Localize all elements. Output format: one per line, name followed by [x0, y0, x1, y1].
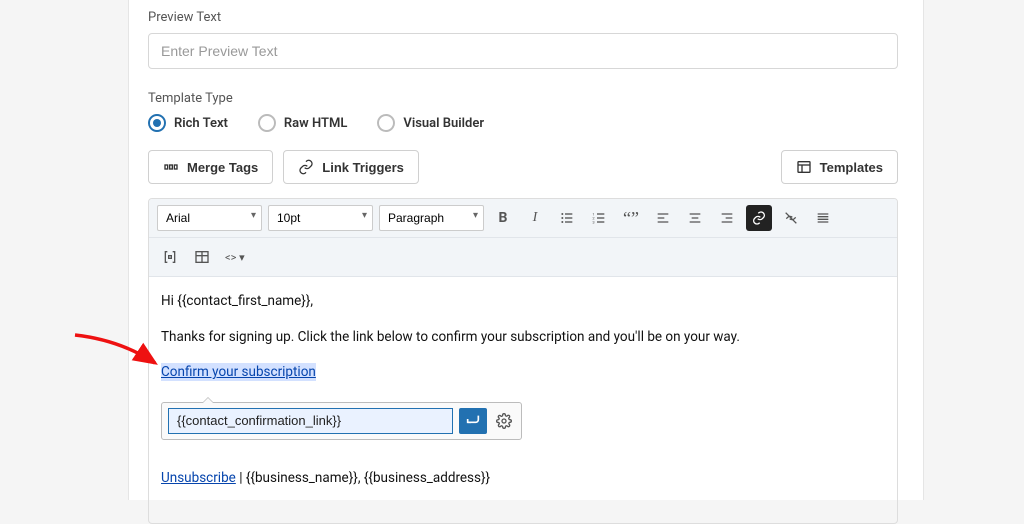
- button-label: Templates: [820, 160, 883, 175]
- italic-button[interactable]: I: [522, 205, 548, 231]
- radio-label: Visual Builder: [403, 116, 484, 131]
- radio-icon: [258, 114, 276, 132]
- templates-icon: [796, 159, 812, 175]
- unsubscribe-link[interactable]: Unsubscribe: [161, 470, 236, 486]
- bullet-list-button[interactable]: [554, 205, 580, 231]
- link-settings-button[interactable]: [493, 410, 515, 432]
- radio-raw-html[interactable]: Raw HTML: [258, 114, 347, 132]
- radio-icon: [377, 114, 395, 132]
- editor-toolbar-row-1: Arial 10pt Paragraph B I 123 “”: [149, 199, 897, 238]
- link-triggers-button[interactable]: Link Triggers: [283, 150, 419, 184]
- preview-text-label: Preview Text: [148, 10, 898, 25]
- unlink-button[interactable]: [778, 205, 804, 231]
- link-icon: [298, 159, 314, 175]
- align-center-button[interactable]: [682, 205, 708, 231]
- action-button-row: Merge Tags Link Triggers Templates: [148, 150, 898, 184]
- font-family-select[interactable]: Arial: [157, 205, 262, 231]
- insert-table-button[interactable]: [189, 244, 215, 270]
- templates-button[interactable]: Templates: [781, 150, 898, 184]
- align-right-button[interactable]: [714, 205, 740, 231]
- gear-icon: [496, 413, 512, 429]
- insert-link-button[interactable]: [746, 205, 772, 231]
- template-type-group: Rich Text Raw HTML Visual Builder: [148, 114, 898, 132]
- body-greeting: Hi {{contact_first_name}},: [161, 291, 885, 313]
- button-label: Link Triggers: [322, 160, 404, 175]
- editor-content[interactable]: Hi {{contact_first_name}}, Thanks for si…: [149, 277, 897, 523]
- blockquote-button[interactable]: “”: [618, 205, 644, 231]
- insert-shortcode-button[interactable]: [157, 244, 183, 270]
- preview-text-input[interactable]: [148, 33, 898, 69]
- radio-icon: [148, 114, 166, 132]
- radio-label: Raw HTML: [284, 116, 347, 131]
- align-left-button[interactable]: [650, 205, 676, 231]
- radio-visual-builder[interactable]: Visual Builder: [377, 114, 484, 132]
- confirm-subscription-link[interactable]: Confirm your subscription: [161, 363, 316, 381]
- source-code-button[interactable]: <> ▾: [221, 244, 249, 270]
- footer-tokens: {{business_name}}, {{business_address}}: [246, 470, 490, 486]
- font-size-select[interactable]: 10pt: [268, 205, 373, 231]
- button-label: Merge Tags: [187, 160, 258, 175]
- radio-rich-text[interactable]: Rich Text: [148, 114, 228, 132]
- enter-icon: [465, 413, 481, 429]
- link-url-input[interactable]: [168, 408, 453, 434]
- apply-link-button[interactable]: [459, 408, 487, 434]
- body-intro: Thanks for signing up. Click the link be…: [161, 327, 885, 349]
- template-type-label: Template Type: [148, 91, 898, 106]
- merge-tags-button[interactable]: Merge Tags: [148, 150, 273, 184]
- merge-tags-icon: [163, 159, 179, 175]
- radio-label: Rich Text: [174, 116, 228, 131]
- numbered-list-button[interactable]: 123: [586, 205, 612, 231]
- link-url-popup: [161, 402, 522, 440]
- block-format-select[interactable]: Paragraph: [379, 205, 484, 231]
- editor-toolbar-row-2: <> ▾: [149, 238, 897, 277]
- form-panel: Preview Text Template Type Rich Text Raw…: [148, 0, 898, 500]
- footer-separator: |: [236, 470, 246, 486]
- more-formatting-button[interactable]: [810, 205, 836, 231]
- bold-button[interactable]: B: [490, 205, 516, 231]
- svg-text:3: 3: [592, 219, 594, 224]
- rich-text-editor: Arial 10pt Paragraph B I 123 “” <> ▾ Hi …: [148, 198, 898, 524]
